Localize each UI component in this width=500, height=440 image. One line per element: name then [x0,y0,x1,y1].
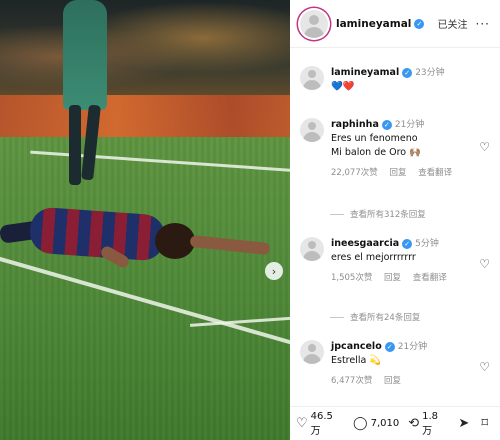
avatar[interactable] [300,66,324,90]
share-icon: ➤ [458,416,470,431]
advertising-board [0,95,290,137]
comment-text: Estrella 💫 [331,355,382,366]
reply-button[interactable]: 回复 [389,168,406,178]
bookmark-icon: ⌑ [481,416,488,431]
follow-button[interactable]: 已关注 [438,16,468,31]
comment-time: 5分钟 [415,239,439,249]
comment-text: eres el mejorrrrrrr [331,252,416,263]
more-options-icon[interactable]: ··· [476,17,490,31]
caption-username[interactable]: lamineyamal [331,67,399,78]
comment-button[interactable]: ◯ 7,010 [353,416,399,431]
comment-time: 21分钟 [394,120,425,130]
view-replies-button[interactable]: 查看所有24条回复 [330,311,420,323]
post-header: lamineyamal ✓ 已关注 ··· [290,0,500,48]
comment-heart-icon[interactable]: ♡ [479,257,490,271]
standing-player [55,0,115,195]
post-photo: › [0,0,290,440]
comment-heart-icon[interactable]: ♡ [479,140,490,154]
football-pitch [0,137,290,440]
comment-username[interactable]: ineesgaarcia [331,238,399,249]
comment-item: jpcancelo ✓ 21分钟 Estrella 💫 6,477次赞 回复 ♡ [300,340,496,386]
verified-icon: ✓ [402,238,413,249]
lying-player [0,205,290,275]
verified-icon: ✓ [402,67,413,78]
repost-count: 1.8 万 [422,410,439,437]
verified-icon: ✓ [381,119,392,130]
post-caption: lamineyamal ✓ 23分钟 💙❤️ [300,66,496,94]
save-button[interactable]: ⌑ [481,416,491,431]
action-bar: ♡ 46.5 万 ◯ 7,010 ⟲ 1.8 万 ➤ ⌑ [290,406,500,440]
like-count: 46.5 万 [310,410,333,437]
avatar[interactable] [300,237,324,261]
comment-count: 7,010 [370,418,400,429]
reply-button[interactable]: 回复 [384,273,401,283]
avatar[interactable] [300,340,324,364]
view-replies-button[interactable]: 查看所有312条回复 [330,208,426,220]
comment-username[interactable]: raphinha [331,119,379,130]
translate-button[interactable]: 查看翻译 [413,273,447,283]
chevron-right-icon[interactable]: › [265,262,283,280]
comment-text: Eres un fenomeno [331,133,418,144]
comment-item: ineesgaarcia ✓ 5分钟 eres el mejorrrrrrr 1,5… [300,237,496,283]
repost-button[interactable]: ⟲ 1.8 万 [408,411,449,437]
comment-list: lamineyamal ✓ 23分钟 💙❤️ raphinha ✓ 21分钟 Eres … [290,52,500,396]
comment-heart-icon[interactable]: ♡ [479,360,490,374]
verified-icon: ✓ [384,341,395,352]
caption-time: 23分钟 [415,68,445,78]
comments-panel: lamineyamal ✓ 已关注 ··· lamineyamal ✓ 23分钟 💙❤… [290,0,500,440]
heart-icon: ♡ [296,416,308,431]
caption-text: 💙❤️ [331,81,355,92]
comment-item: raphinha ✓ 21分钟 Eres un fenomeno Mi balon … [300,118,496,178]
verified-icon: ✓ [414,18,425,29]
like-button[interactable]: ♡ 46.5 万 [296,411,344,437]
comment-text: Mi balon de Oro 🙌🏽 [331,147,421,158]
avatar[interactable] [300,118,324,142]
comment-time: 21分钟 [397,342,428,352]
repost-icon: ⟲ [408,416,420,431]
comment-likes[interactable]: 1,505次赞 [331,273,372,283]
translate-button[interactable]: 查看翻译 [418,168,452,178]
comment-likes[interactable]: 6,477次赞 [331,376,372,386]
author-username[interactable]: lamineyamal ✓ [336,18,425,30]
comment-username[interactable]: jpcancelo [331,341,382,352]
avatar[interactable] [300,9,328,38]
reply-button[interactable]: 回复 [384,376,401,386]
stadium-crowd [0,0,290,95]
comment-likes[interactable]: 22,077次赞 [331,168,378,178]
comment-icon: ◯ [353,416,368,431]
share-button[interactable]: ➤ [458,416,472,431]
